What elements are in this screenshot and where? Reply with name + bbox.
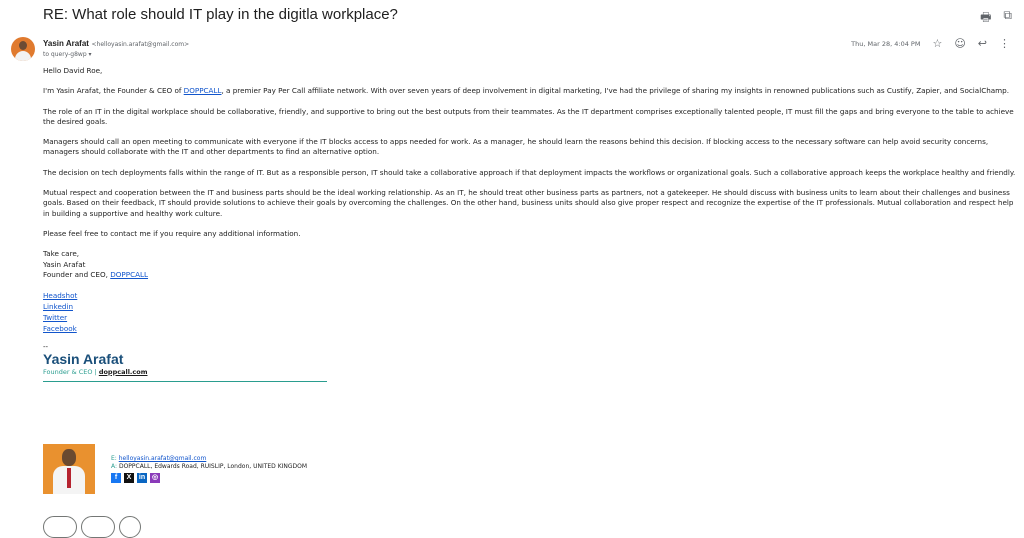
instagram-icon[interactable]: ◎	[150, 473, 160, 483]
emoji-icon[interactable]: ☺	[954, 37, 965, 50]
reply-button[interactable]	[43, 516, 77, 538]
paragraph: Mutual respect and cooperation between t…	[43, 188, 1014, 218]
star-icon[interactable]: ☆	[932, 37, 942, 50]
email-subject: RE: What role should IT play in the digi…	[43, 6, 398, 23]
avatar[interactable]	[11, 37, 35, 61]
facebook-link[interactable]: Facebook	[43, 323, 1018, 334]
headshot-link[interactable]: Headshot	[43, 290, 1018, 301]
sender-email: <helloyasin.arafat@gmail.com>	[91, 41, 190, 48]
address: DOPPCALL, Edwards Road, RUISLIP, London,…	[118, 463, 308, 470]
doppcall-link[interactable]: DOPPCALL	[184, 86, 222, 95]
message-meta: Thu, Mar 28, 4:04 PM ☆ ☺ ↩ ⋮	[851, 37, 1010, 50]
top-toolbar: 🖶 ⧉	[980, 8, 1012, 29]
reply-icon[interactable]: ↩	[978, 37, 987, 50]
profile-links: Headshot Linkedin Twitter Facebook	[43, 290, 1018, 334]
signature-separator: --	[43, 343, 49, 352]
signature-rule	[43, 381, 327, 383]
signoff: Take care, Yasin Arafat Founder and CEO,…	[43, 249, 149, 279]
paragraph: Please feel free to contact me if you re…	[43, 228, 301, 238]
social-icons: f X in ◎	[111, 473, 307, 483]
linkedin-icon[interactable]: in	[137, 473, 147, 483]
emoji-react-button[interactable]	[119, 516, 141, 538]
twitter-link[interactable]: Twitter	[43, 312, 1018, 323]
linkedin-link[interactable]: Linkedin	[43, 301, 1018, 312]
site-link[interactable]: doppcall.com	[99, 368, 148, 376]
more-vert-icon[interactable]: ⋮	[999, 37, 1010, 50]
recipient-dropdown[interactable]: to query-g8wp ▾	[43, 51, 92, 58]
signature-title: Founder & CEO | doppcall.com	[43, 367, 148, 376]
headshot-image	[43, 444, 95, 494]
forward-button[interactable]	[81, 516, 115, 538]
greeting: Hello David Roe,	[43, 66, 103, 75]
signature-contact: E: helloyasin.arafat@gmail.com A: DOPPCA…	[111, 455, 308, 483]
facebook-icon[interactable]: f	[111, 473, 121, 483]
sender-name[interactable]: Yasin Arafat	[43, 39, 89, 48]
paragraph: The role of an IT in the digital workpla…	[43, 106, 1014, 126]
email-link[interactable]: helloyasin.arafat@gmail.com	[119, 455, 207, 462]
date-label: Thu, Mar 28, 4:04 PM	[851, 39, 921, 48]
paragraph-intro: I'm Yasin Arafat, the Founder & CEO of D…	[43, 86, 1010, 96]
paragraph: Managers should call an open meeting to …	[43, 137, 989, 157]
sender-line: Yasin Arafat <helloyasin.arafat@gmail.co…	[43, 39, 189, 48]
open-in-new-icon[interactable]: ⧉	[1003, 8, 1012, 29]
doppcall-link[interactable]: DOPPCALL	[110, 270, 148, 279]
print-icon[interactable]: 🖶	[980, 8, 991, 29]
paragraph: The decision on tech deployments falls w…	[43, 167, 1016, 177]
reply-actions	[43, 516, 141, 538]
email-body: Hello David Roe, I'm Yasin Arafat, the F…	[43, 66, 1018, 383]
signature-name: Yasin Arafat	[43, 351, 124, 368]
x-icon[interactable]: X	[124, 473, 134, 483]
